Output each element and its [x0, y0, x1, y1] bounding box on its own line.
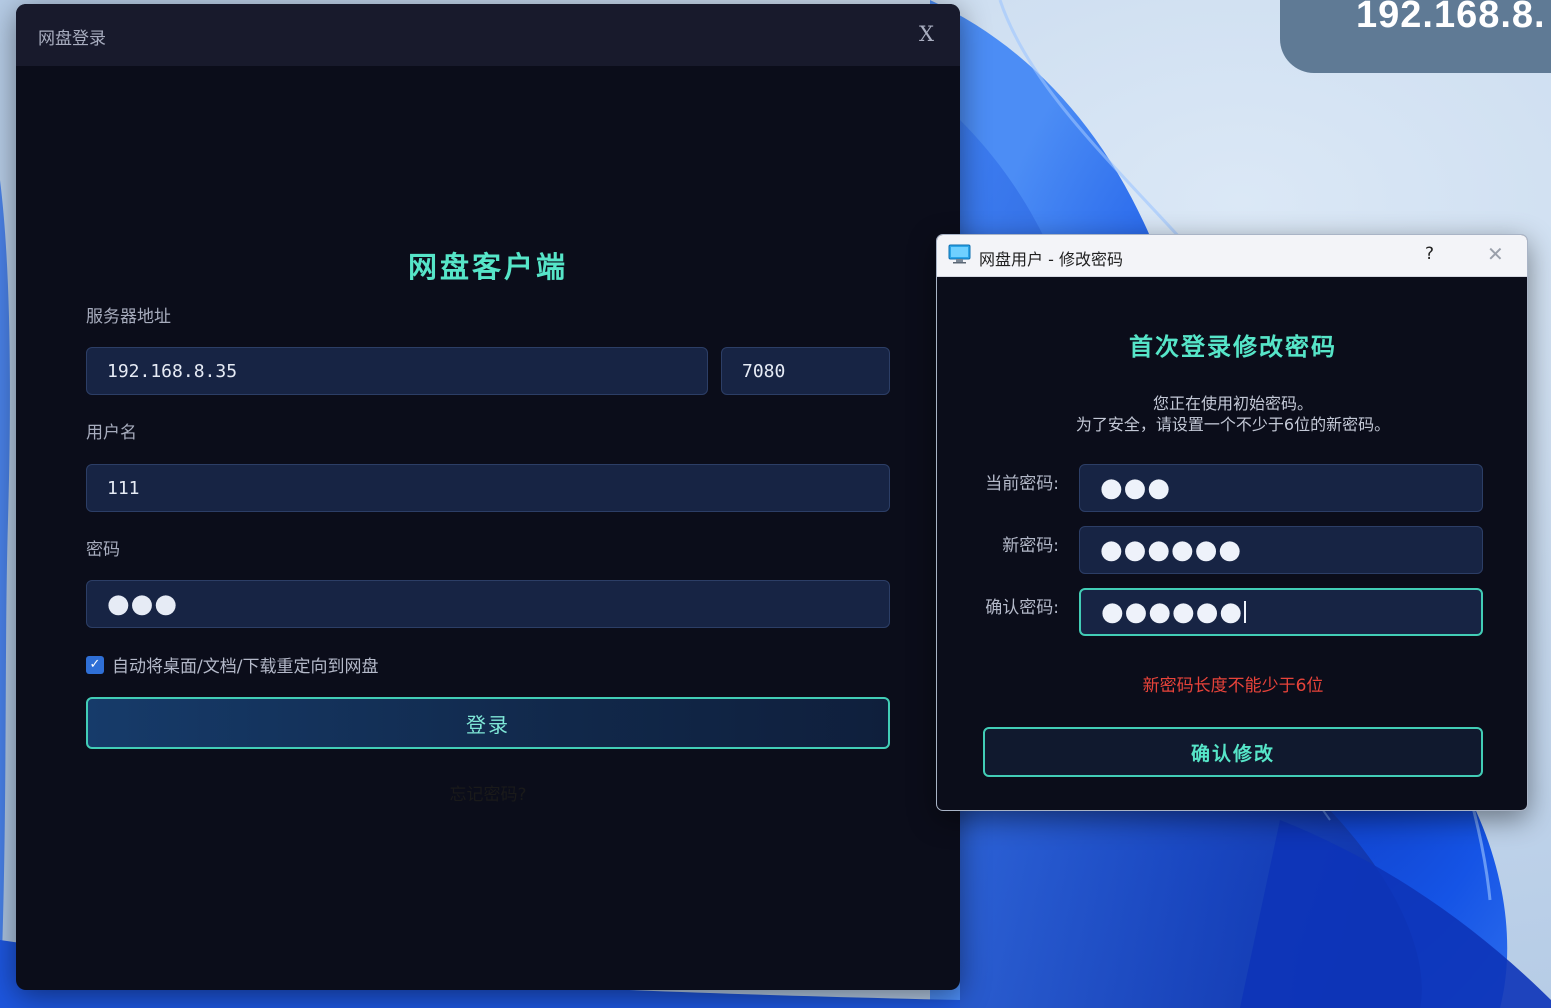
- confirm-change-button[interactable]: 确认修改: [983, 727, 1483, 777]
- server-address-label: 服务器地址: [86, 307, 171, 327]
- dialog-description: 您正在使用初始密码。 为了安全，请设置一个不少于6位的新密码。: [937, 393, 1527, 435]
- dialog-close-button[interactable]: ✕: [1487, 242, 1504, 266]
- login-titlebar: 网盘登录 X: [16, 4, 960, 66]
- server-address-input[interactable]: 192.168.8.35: [86, 347, 708, 395]
- description-line-2: 为了安全，请设置一个不少于6位的新密码。: [1075, 415, 1391, 434]
- dialog-titlebar: 网盘用户 - 修改密码 ? ✕: [937, 235, 1527, 277]
- error-message: 新密码长度不能少于6位: [1142, 676, 1324, 696]
- new-password-label: 新密码:: [1002, 536, 1059, 556]
- login-window-title: 网盘登录: [38, 29, 106, 49]
- server-port-input[interactable]: 7080: [721, 347, 890, 395]
- ip-address-text: 192.168.8.: [1356, 0, 1546, 36]
- help-button[interactable]: ?: [1425, 244, 1434, 264]
- username-label: 用户名: [86, 423, 137, 443]
- confirm-password-value: ●●●●●●: [1101, 597, 1244, 627]
- confirm-password-label: 确认密码:: [985, 598, 1059, 618]
- current-password-input[interactable]: ●●●: [1079, 464, 1483, 512]
- dialog-heading: 首次登录修改密码: [1129, 332, 1337, 361]
- current-password-label: 当前密码:: [985, 474, 1059, 494]
- login-window: 网盘登录 X 网盘客户端 服务器地址 192.168.8.35 7080 用户名…: [16, 4, 960, 990]
- ip-address-badge: 192.168.8.: [1280, 0, 1551, 73]
- login-button[interactable]: 登录: [86, 697, 890, 749]
- redirect-checkbox-row[interactable]: ✓ 自动将桌面/文档/下载重定向到网盘: [86, 652, 378, 677]
- dialog-title: 网盘用户 - 修改密码: [979, 250, 1123, 269]
- change-password-dialog: 网盘用户 - 修改密码 ? ✕ 首次登录修改密码 您正在使用初始密码。 为了安全…: [936, 234, 1528, 811]
- redirect-checkbox-label: 自动将桌面/文档/下载重定向到网盘: [112, 657, 379, 677]
- app-title: 网盘客户端: [407, 250, 568, 284]
- description-line-1: 您正在使用初始密码。: [1152, 394, 1313, 413]
- username-input[interactable]: 111: [86, 464, 890, 512]
- redirect-checkbox[interactable]: ✓: [86, 655, 104, 674]
- close-button[interactable]: X: [919, 22, 934, 46]
- password-input[interactable]: ●●●: [86, 580, 890, 628]
- monitor-icon: [948, 244, 971, 264]
- new-password-input[interactable]: ●●●●●●: [1079, 526, 1483, 574]
- forgot-password-link[interactable]: 忘记密码?: [16, 780, 960, 805]
- text-caret: [1244, 601, 1247, 623]
- confirm-password-input[interactable]: ●●●●●●: [1079, 588, 1483, 636]
- password-label: 密码: [86, 540, 120, 560]
